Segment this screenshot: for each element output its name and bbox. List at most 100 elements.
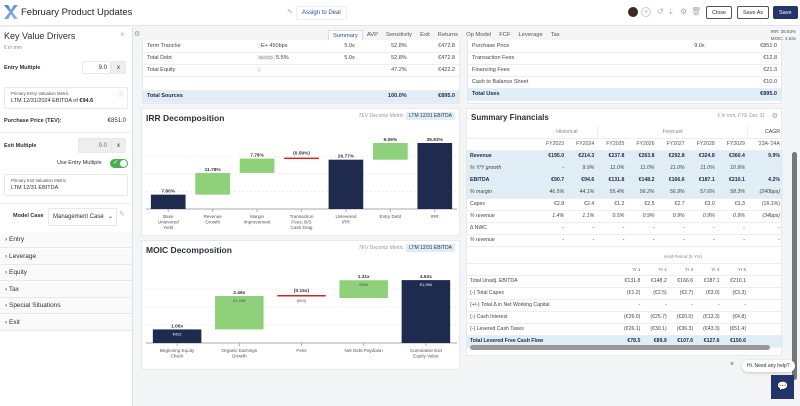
section-tax[interactable]: › Tax bbox=[0, 281, 132, 298]
cell: €90.7 bbox=[537, 174, 568, 187]
row-label: (-) Levered Cash Taxes bbox=[467, 323, 617, 336]
forecast-header: Forecast bbox=[597, 126, 749, 139]
add-user-icon[interactable]: + bbox=[641, 7, 651, 17]
multiple bbox=[655, 64, 709, 77]
assign-to-deal-button[interactable]: Assign to Deal bbox=[296, 6, 347, 20]
exit-multiple-input[interactable]: 9.0 bbox=[78, 138, 111, 153]
row-label: (-) Cash Interest bbox=[467, 311, 617, 324]
cell: 0.9% bbox=[717, 210, 748, 223]
settings-icon[interactable]: ⚙ bbox=[680, 7, 687, 16]
table-row: Purchase Price 9.0x €851.0 bbox=[468, 40, 781, 53]
horizontal-scrollbar[interactable] bbox=[470, 345, 770, 350]
exit-multiple-unit: x bbox=[111, 138, 126, 153]
category-label: Revenue Growth bbox=[203, 214, 222, 225]
row-label: Δ NWC bbox=[467, 222, 537, 235]
column-header: FY2029 bbox=[717, 138, 748, 151]
exit-metric-box[interactable]: Primary Exit Valuation Metric LTM 12/31 … bbox=[4, 174, 128, 196]
model-case-label: Model Case bbox=[13, 213, 44, 219]
use-entry-multiple-toggle[interactable]: ✓ bbox=[110, 159, 128, 168]
column-header: FY2026 bbox=[627, 138, 658, 151]
section-leverage[interactable]: › Leverage bbox=[0, 248, 132, 265]
cell: (€26.1) bbox=[617, 323, 644, 336]
cell: 56.9% bbox=[657, 186, 688, 199]
cell: 57.6% bbox=[687, 186, 718, 199]
avatar[interactable] bbox=[628, 7, 638, 17]
data-sublabel: €1,954 bbox=[420, 282, 433, 287]
cell: (16.1%) bbox=[747, 198, 783, 211]
model-case-value: Management Case bbox=[53, 214, 104, 220]
data-label: 1.31x bbox=[358, 274, 370, 280]
save-button[interactable]: Save bbox=[773, 6, 798, 19]
entry-metric-box[interactable]: Primary Entry Valuation Metric LTM 12/31… bbox=[4, 87, 128, 109]
column-header: FY2024 bbox=[567, 138, 598, 151]
cell: €214.3 bbox=[567, 150, 598, 163]
trash-icon[interactable]: 🗑 bbox=[691, 7, 701, 16]
close-icon[interactable]: × bbox=[120, 30, 125, 39]
cell: €148.2 bbox=[627, 174, 658, 187]
cell: €3.3 bbox=[717, 198, 748, 211]
multiple bbox=[655, 76, 709, 89]
section-equity[interactable]: › Equity bbox=[0, 265, 132, 281]
row-label: % margin bbox=[467, 186, 537, 199]
cell: (€4.8) bbox=[722, 311, 749, 324]
amount: €851.0 bbox=[708, 40, 781, 53]
amount: €472.8 bbox=[410, 52, 459, 65]
cell: 46.5% bbox=[537, 186, 568, 199]
section-special-situations[interactable]: › Special Situations bbox=[0, 298, 132, 314]
edit-pencil-icon[interactable]: ✎ bbox=[287, 8, 293, 16]
entry-multiple-input[interactable]: 9.0 bbox=[82, 61, 111, 74]
data-label: 11.78% bbox=[205, 167, 222, 173]
cell: €324.8 bbox=[687, 150, 718, 163]
info-icon[interactable]: ⓘ bbox=[118, 90, 124, 99]
purchase-price-value: €851.0 bbox=[107, 118, 126, 124]
chat-button[interactable]: 💬 bbox=[771, 375, 794, 399]
cell: (€2.7) bbox=[669, 287, 697, 300]
table-row: Cash to Balance Sheet €10.0 bbox=[468, 76, 781, 89]
cell: - bbox=[537, 234, 568, 247]
row-label: (-) Total Capex bbox=[467, 287, 617, 300]
table-row: Revenue €195.0 €214.3 €237.8 €263.8 €292.8 €32… bbox=[467, 150, 783, 163]
download-icon[interactable]: ⤓ bbox=[669, 7, 673, 17]
metric-badge[interactable]: LTM 12/31 EBITDA bbox=[406, 244, 455, 252]
model-case-select[interactable]: Management Case ⌄ bbox=[48, 208, 117, 226]
cell: - bbox=[696, 299, 723, 312]
total-sources-row: Total Sources 100.0% €895.0 bbox=[143, 90, 459, 103]
irr-readout: IRR: 35.83% bbox=[770, 29, 796, 34]
settings-icon[interactable]: ⚙ bbox=[772, 112, 778, 120]
table-row: % revenue - - - - - - - - bbox=[467, 234, 783, 247]
cell: - bbox=[687, 222, 718, 235]
multiple: 5.0x bbox=[323, 52, 359, 65]
multiple: 5.0x bbox=[323, 40, 359, 53]
data-label: 7.80% bbox=[161, 189, 175, 195]
purchase-price-label: Purchase Price (TEV): bbox=[4, 118, 62, 124]
cell: 0.5% bbox=[597, 210, 628, 223]
history-icon[interactable]: ↺ bbox=[657, 7, 664, 16]
cell: - bbox=[627, 234, 658, 247]
category-label: Cumulative Exit Equity Value bbox=[410, 348, 443, 359]
cell: €195.0 bbox=[537, 150, 568, 163]
cell: 10.9% bbox=[717, 162, 748, 175]
close-icon[interactable]: × bbox=[730, 361, 734, 368]
section-exit[interactable]: › Exit bbox=[0, 314, 132, 331]
data-label: 2.46x bbox=[233, 290, 245, 296]
cell: €2.7 bbox=[657, 198, 688, 211]
cell: €148.2 bbox=[643, 275, 670, 288]
check-icon: ✓ bbox=[113, 160, 119, 166]
close-button[interactable]: Close bbox=[706, 6, 733, 19]
column-header: Yr 5 bbox=[722, 263, 749, 276]
section-entry[interactable]: › Entry bbox=[0, 232, 132, 248]
category-label: Base Unlevered Yield bbox=[158, 214, 179, 230]
cell: - bbox=[669, 299, 697, 312]
edit-icon[interactable]: ✎ bbox=[119, 210, 125, 218]
chat-prompt[interactable]: Hi. Need any help? bbox=[742, 360, 795, 372]
row-label: Cash to Balance Sheet bbox=[468, 76, 656, 89]
category-label: Beginning Equity Check bbox=[160, 348, 195, 359]
save-as-button[interactable]: Save As bbox=[737, 6, 770, 19]
vertical-scrollbar[interactable] bbox=[792, 152, 797, 380]
percent: 52.8% bbox=[358, 52, 411, 65]
settings-icon[interactable]: ⚙ bbox=[134, 30, 140, 38]
table-row: % revenue 1.4% 1.1% 0.5% 0.9% 0.9% 0.9% 0.9% (34… bbox=[467, 210, 783, 223]
amount: €472.8 bbox=[410, 40, 459, 53]
metric-badge[interactable]: LTM 12/31 EBITDA bbox=[406, 112, 455, 120]
chevron-right-icon: › bbox=[5, 285, 8, 293]
